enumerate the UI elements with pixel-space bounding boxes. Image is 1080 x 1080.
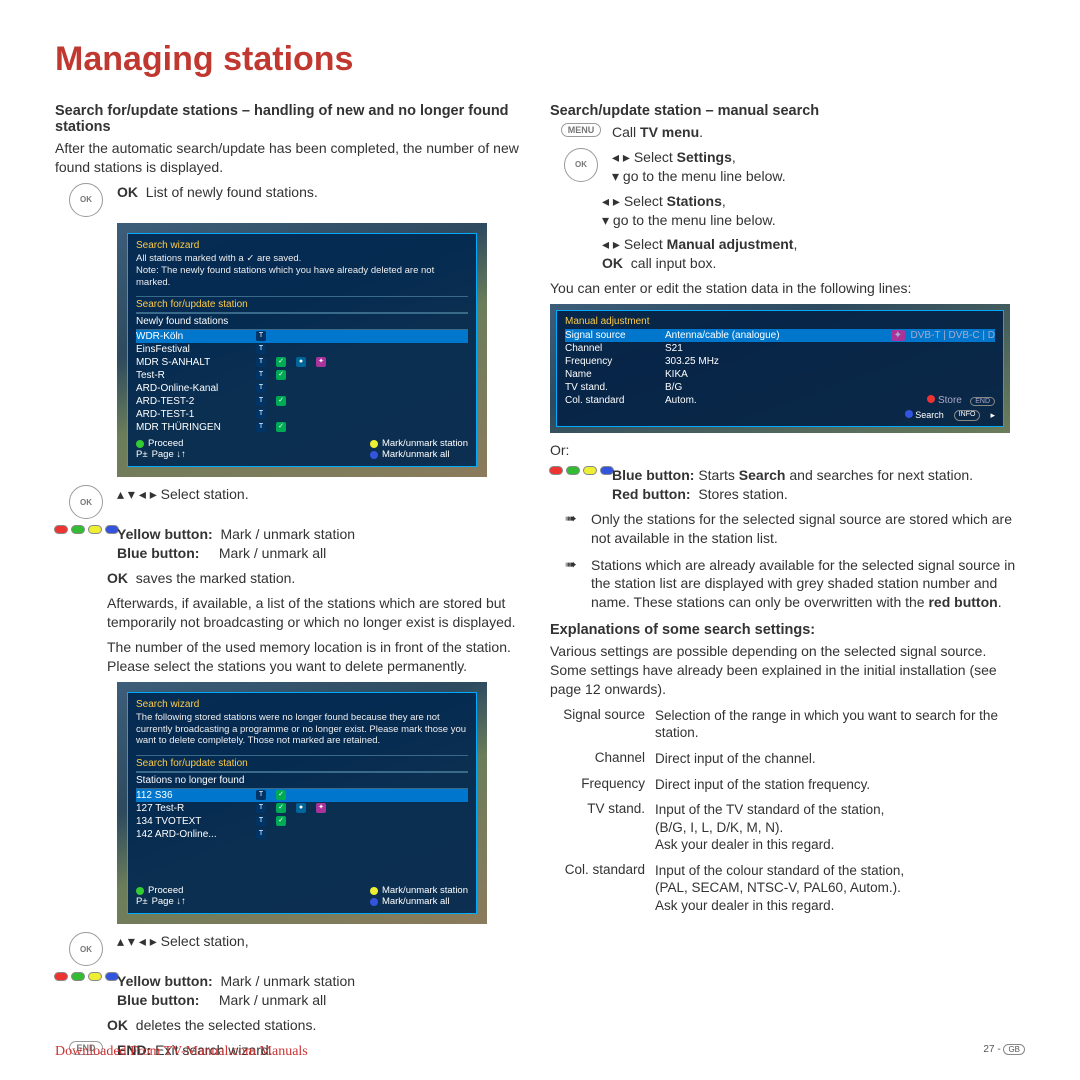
osd-screenshot-notfound: Search wizard The following stored stati… — [117, 682, 487, 925]
settings-table: Signal sourceSelection of the range in w… — [550, 707, 1025, 914]
color-buttons-icon — [549, 466, 614, 475]
ok-button-icon: OK — [69, 485, 103, 519]
intro-text: After the automatic search/update has be… — [55, 139, 530, 177]
color-buttons-icon — [54, 972, 119, 981]
step-text: List of newly found stations. — [146, 184, 318, 200]
section-heading: Search/update station – manual search — [550, 103, 1025, 119]
osd-screenshot-manual: Manual adjustment Signal sourceAntenna/c… — [550, 304, 1010, 433]
left-column: Search for/update stations – handling of… — [55, 103, 530, 1066]
menu-button-icon: MENU — [561, 123, 602, 137]
section-heading: Explanations of some search settings: — [550, 622, 1025, 638]
ok-button-icon: OK — [69, 932, 103, 966]
step-text: Select station. — [161, 486, 249, 502]
ok-button-icon: OK — [564, 148, 598, 182]
arrow-icon: ➠ — [565, 510, 583, 548]
section-heading: Search for/update stations – handling of… — [55, 103, 530, 135]
osd-screenshot-found: Search wizard All stations marked with a… — [117, 223, 487, 478]
color-buttons-icon — [54, 525, 119, 534]
page-title: Managing stations — [55, 40, 1025, 79]
source-link[interactable]: Downloaded From TV-Manual.com Manuals — [55, 1044, 308, 1060]
arrow-icon: ➠ — [565, 556, 583, 613]
right-column: Search/update station – manual search ME… — [550, 103, 1025, 1066]
ok-button-icon: OK — [69, 183, 103, 217]
page-footer: Downloaded From TV-Manual.com Manuals 27… — [55, 1044, 1025, 1060]
